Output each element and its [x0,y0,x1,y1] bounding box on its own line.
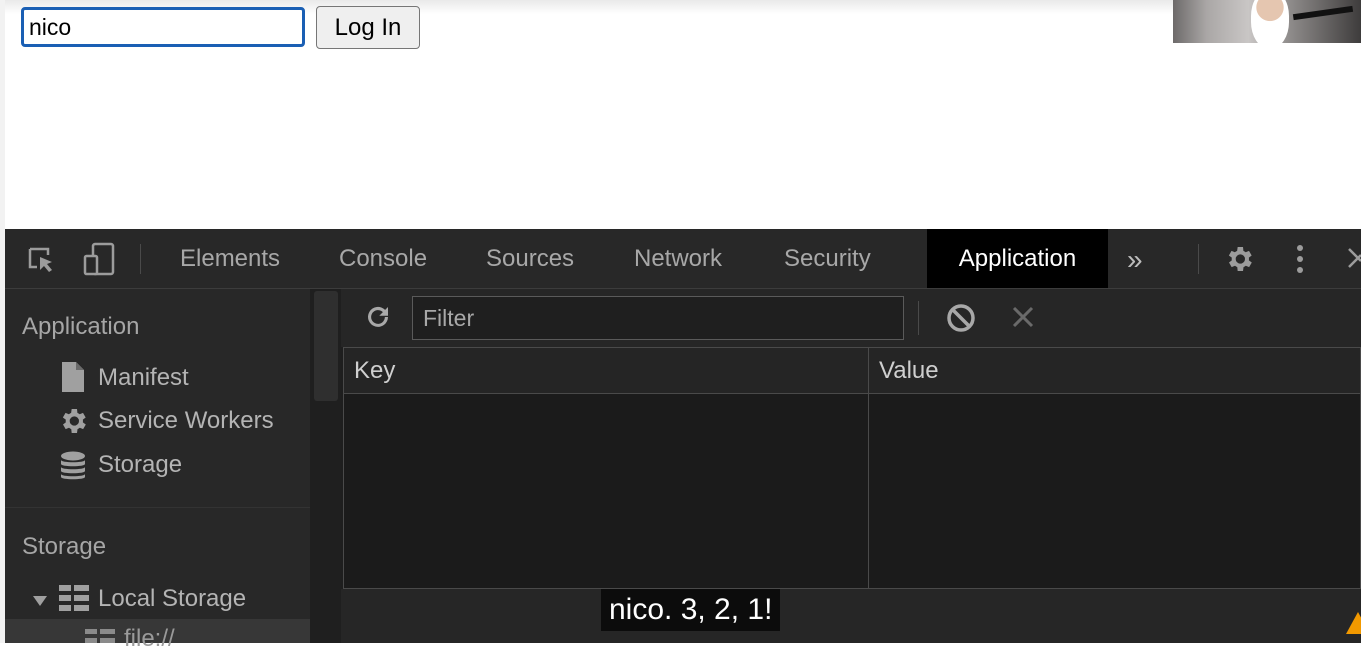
tab-security[interactable]: Security [784,229,871,288]
file-icon [62,362,84,397]
tab-network[interactable]: Network [634,229,722,288]
close-devtools-icon[interactable] [1347,245,1361,276]
column-header-value[interactable]: Value [869,348,1360,394]
tab-console[interactable]: Console [339,229,427,288]
table-grid-icon [85,629,115,648]
sidebar-item-service-workers[interactable]: Service Workers [98,407,274,435]
gear-icon [57,405,89,442]
sidebar-item-file-selected[interactable]: file:// [5,619,310,652]
sidebar-item-manifest[interactable]: Manifest [98,364,189,392]
sidebar-item-local-storage[interactable]: Local Storage [98,585,246,613]
sidebar-item-storage[interactable]: Storage [98,451,182,479]
devtools-panel: Elements Console Sources Network Securit… [5,229,1361,652]
storage-bottom-bar [341,589,1361,643]
storage-table: Key Value [343,347,1361,590]
storage-toolbar [341,289,1361,347]
devtools-tabbar: Elements Console Sources Network Securit… [5,229,1361,289]
tab-separator-right [1198,244,1199,274]
webcam-overlay [1173,0,1361,43]
storage-view: Key Value [341,289,1361,643]
filter-input[interactable] [412,296,904,340]
sidebar-divider [5,507,310,508]
device-toolbar-icon[interactable] [83,242,117,281]
sidebar-header-storage: Storage [22,533,107,560]
webcam-microphone [1292,5,1354,21]
sidebar-scrollbar[interactable] [310,289,341,643]
toolbar-separator [918,301,919,335]
login-button[interactable]: Log In [316,6,420,49]
expand-triangle-icon[interactable] [33,593,47,611]
chevron-double-right-icon[interactable]: » [1127,244,1143,276]
username-input[interactable] [21,7,305,47]
delete-selected-icon[interactable] [1012,306,1034,333]
sidebar-item-file-label: file:// [124,625,175,652]
tab-sources[interactable]: Sources [486,229,574,288]
webcam-person [1251,0,1289,43]
kebab-menu-icon[interactable] [1295,244,1305,279]
inspect-element-icon[interactable] [26,245,58,280]
table-grid-icon [59,585,89,616]
web-page: Log In [0,0,1361,229]
tab-separator [140,244,141,274]
column-divider [868,348,869,590]
sidebar-scrollbar-thumb[interactable] [314,291,338,401]
refresh-icon[interactable] [363,302,393,337]
video-caption: nico. 3, 2, 1! [601,589,781,631]
application-sidebar: Application Manifest Service Workers Sto… [5,289,310,652]
sidebar-header-application: Application [22,313,140,340]
database-icon [60,451,86,486]
block-icon[interactable] [946,303,976,338]
warning-icon[interactable] [1346,612,1361,634]
tab-elements[interactable]: Elements [180,229,280,288]
column-header-key[interactable]: Key [344,348,868,394]
gear-icon[interactable] [1223,243,1255,280]
tab-application[interactable]: Application [927,229,1108,288]
